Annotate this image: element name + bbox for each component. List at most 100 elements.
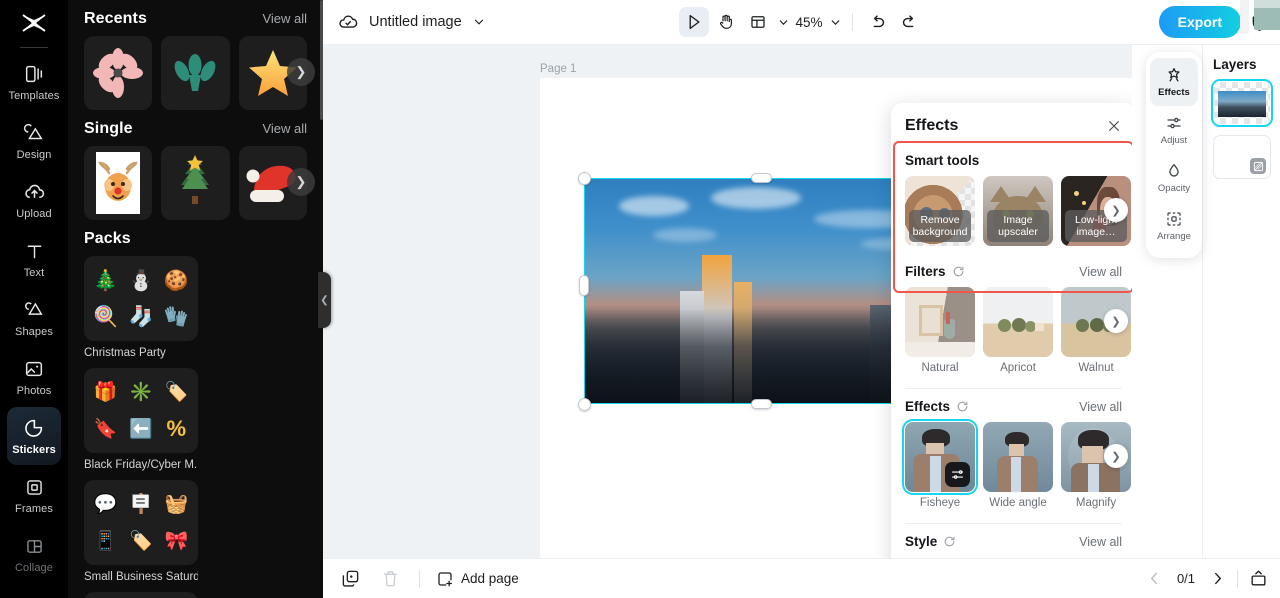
right-tool-arrange[interactable]: Arrange — [1150, 202, 1198, 250]
right-tool-opacity[interactable]: Opacity — [1150, 154, 1198, 202]
sticker-tile[interactable] — [84, 36, 153, 110]
effects-panel-header: Effects — [891, 103, 1132, 143]
resize-handle-top-middle[interactable] — [751, 173, 772, 183]
single-view-all[interactable]: View all — [262, 121, 307, 136]
desert-palms-thumbnail — [983, 287, 1053, 357]
add-page-label: Add page — [461, 571, 519, 586]
filters-header: Filters View all — [891, 246, 1132, 287]
packs-title: Packs — [84, 230, 131, 247]
redo-button[interactable] — [895, 7, 925, 37]
resize-handle-left-middle[interactable] — [579, 275, 589, 296]
effects-star-icon — [1165, 66, 1183, 84]
pack-item[interactable]: 💬 🪧 🧺 📱 🏷️ 🎀 Small Business Saturd... — [84, 480, 198, 583]
panel-collapse-handle[interactable]: ❮ — [318, 272, 331, 328]
cat-thumbnail: Image upscaler — [983, 176, 1053, 246]
sidebar-item-text[interactable]: Text — [7, 230, 61, 288]
next-page-button[interactable] — [1209, 570, 1226, 587]
filter-natural[interactable]: Natural — [905, 287, 975, 374]
filters-view-all[interactable]: View all — [1079, 265, 1122, 279]
panel-scrollbar[interactable] — [320, 0, 323, 120]
zoom-level[interactable]: 45% — [795, 15, 822, 30]
recents-next-button[interactable]: ❯ — [287, 58, 315, 86]
sidebar-item-photos[interactable]: Photos — [7, 348, 61, 406]
man-portrait-thumbnail — [983, 422, 1053, 492]
right-tool-adjust[interactable]: Adjust — [1150, 106, 1198, 154]
filter-label: Walnut — [1078, 362, 1114, 374]
effects-next-button[interactable]: ❯ — [1104, 444, 1128, 468]
chevron-left-icon: ❮ — [320, 294, 329, 306]
export-button[interactable]: Export — [1158, 6, 1241, 38]
effects-panel-body: Smart tools Remove background Image upsc… — [891, 143, 1132, 558]
reset-icon[interactable] — [952, 265, 965, 278]
delete-page-button[interactable] — [377, 566, 403, 592]
canvas-area[interactable]: Page 1 Effects Smart tools Remove backgr… — [323, 45, 1132, 558]
close-icon[interactable] — [1106, 118, 1122, 134]
effects-section-header: Effects View all — [891, 389, 1132, 422]
undo-button[interactable] — [863, 7, 893, 37]
sidebar-item-collage[interactable]: Collage — [7, 525, 61, 583]
sticker-tile[interactable] — [161, 146, 230, 220]
present-button[interactable] — [1249, 569, 1268, 588]
style-view-all[interactable]: View all — [1079, 535, 1122, 549]
right-tool-effects[interactable]: Effects — [1150, 58, 1198, 106]
bottombar-left: Add page — [323, 566, 519, 592]
sidebar-item-shapes[interactable]: Shapes — [7, 289, 61, 347]
sticker-tile[interactable] — [161, 36, 230, 110]
sidebar-item-stickers[interactable]: Stickers — [7, 407, 61, 465]
layer-item-image[interactable] — [1211, 79, 1273, 127]
effect-wide-angle[interactable]: Wide angle — [983, 422, 1053, 509]
sidebar-item-design[interactable]: Design — [7, 112, 61, 170]
layer-item-background[interactable] — [1213, 135, 1271, 179]
arrange-icon — [1165, 210, 1183, 228]
hand-tool-button[interactable] — [710, 7, 740, 37]
sidebar-item-frames[interactable]: Frames — [7, 466, 61, 524]
reset-icon[interactable] — [943, 535, 956, 548]
smart-tools-next-button[interactable]: ❯ — [1104, 198, 1128, 222]
left-tool-rail: Templates Design Upload Text Shapes Phot… — [0, 0, 68, 598]
effects-view-all[interactable]: View all — [1079, 400, 1122, 414]
layout-tool-button[interactable] — [742, 7, 772, 37]
resize-handle-bottom-middle[interactable] — [751, 399, 772, 409]
resize-handle-bottom-left[interactable] — [578, 398, 591, 411]
smart-tools-title: Smart tools — [905, 153, 980, 168]
layers-panel: Layers — [1202, 45, 1280, 558]
layers-title: Layers — [1213, 57, 1257, 72]
single-next-button[interactable]: ❯ — [287, 168, 315, 196]
shapes-icon — [23, 298, 45, 322]
pack-item[interactable]: 🎄 ⛄ 🍪 🍭 🧦 🧤 Christmas Party — [84, 256, 198, 359]
cloud-saved-icon[interactable] — [337, 11, 359, 33]
stickers-icon — [23, 416, 45, 440]
app-root: Templates Design Upload Text Shapes Phot… — [0, 0, 1280, 598]
document-title[interactable]: Untitled image — [369, 14, 462, 30]
sliders-icon — [945, 462, 970, 487]
pack-item[interactable]: 🎁 ✳️ 🏷️ 🔖 ⬅️% Black Friday/Cyber M... — [84, 368, 198, 471]
sticker-tile[interactable] — [84, 146, 153, 220]
filter-label: Apricot — [1000, 362, 1036, 374]
zoom-caret-icon[interactable] — [829, 16, 842, 29]
effects-panel: Effects Smart tools Remove background Im… — [891, 103, 1132, 558]
select-tool-button[interactable] — [678, 7, 709, 37]
effect-fisheye[interactable]: Fisheye — [902, 419, 978, 509]
resize-handle-top-left[interactable] — [578, 172, 591, 185]
sidebar-item-upload[interactable]: Upload — [7, 171, 61, 229]
pack-item[interactable]: 🍐🥧🥐 ☕🪶🎃 Thanksgiving — [84, 592, 198, 598]
sidebar-item-templates[interactable]: Templates — [7, 53, 61, 111]
add-page-button[interactable]: Add page — [436, 570, 519, 588]
smart-tools-row: Remove background Image upscaler Low-lig… — [891, 176, 1132, 246]
smart-tool-remove-background[interactable]: Remove background — [905, 176, 975, 246]
filters-next-button[interactable]: ❯ — [1104, 309, 1128, 333]
prev-page-button[interactable] — [1146, 570, 1163, 587]
recents-row: ❯ — [68, 36, 323, 110]
pack-label: Christmas Party — [84, 347, 166, 359]
effect-label: Magnify — [1075, 497, 1117, 509]
recents-view-all[interactable]: View all — [262, 11, 307, 26]
page-label: Page 1 — [540, 63, 577, 75]
smart-tool-image-upscaler[interactable]: Image upscaler — [983, 176, 1053, 246]
capcut-logo-icon[interactable] — [0, 0, 68, 46]
smart-tool-caption: Remove background — [909, 210, 971, 242]
chevron-down-icon[interactable] — [472, 15, 486, 29]
reset-icon[interactable] — [956, 400, 969, 413]
layout-caret-icon[interactable] — [776, 16, 789, 29]
filter-apricot[interactable]: Apricot — [983, 287, 1053, 374]
duplicate-page-button[interactable] — [337, 566, 363, 592]
